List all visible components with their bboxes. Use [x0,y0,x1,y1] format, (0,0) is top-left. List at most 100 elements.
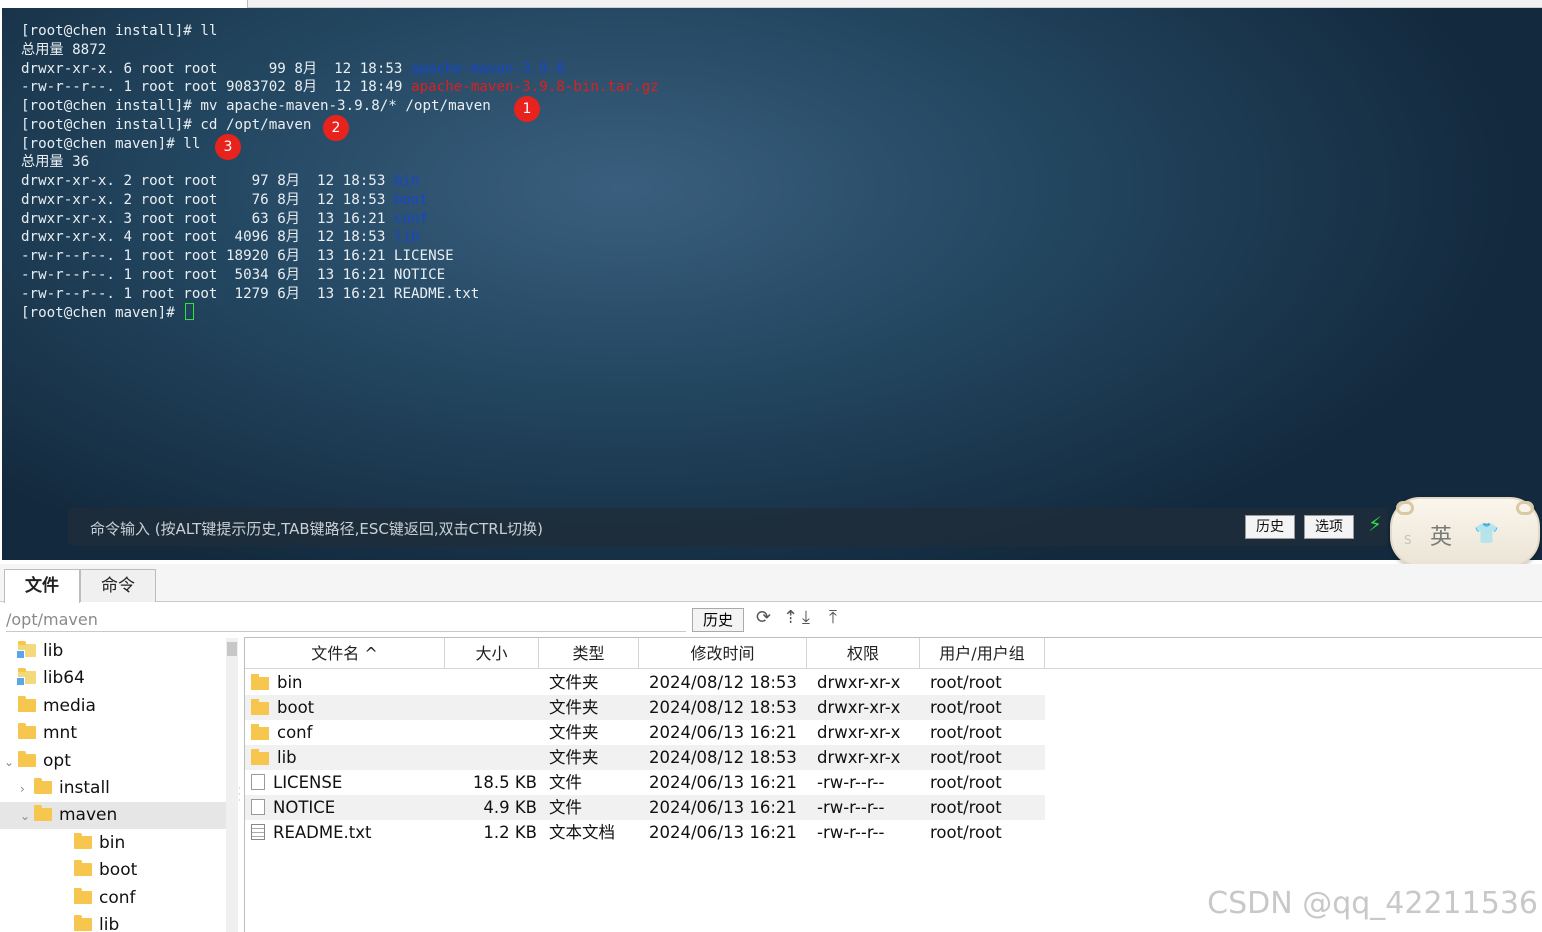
terminal-line: [root@chen install]# ll [21,22,659,41]
chevron-down-icon[interactable]: ⌄ [20,803,34,830]
col-header-mtime[interactable]: 修改时间 [639,638,807,669]
command-options-button[interactable]: 选项 [1304,515,1354,539]
terminal-text: 总用量 8872 [21,41,107,58]
file-row[interactable]: lib 文件夹 2024/08/12 18:53 drwxr-xr-x root/roo… [245,745,1045,770]
chevron-right-icon[interactable]: › [20,776,34,803]
folder-icon [34,778,52,794]
folder-icon [251,699,269,715]
pane-splitter-icon[interactable]: · · · [238,785,241,805]
file-row[interactable]: conf 文件夹 2024/06/13 16:21 drwxr-xr-x root/ro… [245,720,1045,745]
file-row[interactable]: README.txt 1.2 KB 文本文档 2024/06/13 16:21 -rw-… [245,820,1045,845]
file-name: lib [251,745,441,770]
file-size-text: 1.2 KB [483,823,537,842]
tree-item-lib[interactable]: lib [0,912,226,932]
command-history-button[interactable]: 历史 [1245,515,1295,539]
path-history-button[interactable]: 历史 [692,608,744,632]
folder-icon [18,750,36,767]
file-perm-text: -rw-r--r-- [817,773,885,792]
col-header-name[interactable]: 文件名 ^ [245,638,445,669]
file-name-text: LICENSE [273,773,343,792]
folder-icon [74,915,92,931]
file-size: 18.5 KB [445,770,537,795]
ime-language[interactable]: 英 [1430,519,1452,551]
file-mtime-text: 2024/08/12 18:53 [649,748,797,767]
file-perm-text: drwxr-xr-x [817,723,901,742]
tree-item-install[interactable]: › install [0,775,226,802]
folder-link-icon [16,641,36,659]
tree-item-boot[interactable]: boot [0,857,226,884]
col-header-size[interactable]: 大小 [445,638,539,669]
file-name-text: bin [277,673,303,692]
file-row[interactable]: LICENSE 18.5 KB 文件 2024/06/13 16:21 -rw-r--r… [245,770,1045,795]
file-name-text: NOTICE [273,798,336,817]
tab-files[interactable]: 文件 [4,569,80,603]
terminal-text: drwxr-xr-x. 4 root root 4096 8月 12 18:53 [21,229,394,246]
file-name-text: lib [277,748,297,767]
file-owner-text: root/root [930,823,1002,842]
terminal-text: -rw-r--r--. 1 root root 1279 6月 13 16:21… [21,285,480,302]
tree-item-label: media [43,695,96,716]
tree-item-bin[interactable]: bin [0,830,226,857]
path-input[interactable]: /opt/maven [6,608,686,632]
ime-toolbar[interactable]: S 英 👕 [1390,497,1540,567]
tab-commands[interactable]: 命令 [80,569,156,602]
tree-item-opt[interactable]: ⌄ opt [0,748,226,775]
file-size-text: 18.5 KB [472,773,537,792]
terminal-filename: boot [393,191,429,208]
tree-item-conf[interactable]: conf [0,885,226,912]
terminal-text: drwxr-xr-x. 3 root root 63 6月 13 16:21 [21,210,394,227]
terminal-line: [root@chen install]# mv apache-maven-3.9… [21,97,659,116]
directory-tree[interactable]: lib lib64 media mnt ⌄ opt › install ⌄ maven bin boo… [0,638,226,932]
terminal-line: 总用量 8872 [21,41,659,60]
step-marker-1: 1 [514,96,540,122]
tree-item-label: install [59,778,110,798]
bottom-tabs: 文件 命令 [0,564,1542,603]
folder-icon [74,887,92,904]
col-header-owner[interactable]: 用户/用户组 [920,638,1045,669]
col-header-perm[interactable]: 权限 [807,638,920,669]
terminal-text: 总用量 36 [21,154,90,171]
file-owner: root/root [930,745,1040,770]
terminal-line: -rw-r--r--. 1 root root 1279 6月 13 16:21… [21,285,659,304]
terminal-text: drwxr-xr-x. 6 root root 99 8月 12 18:53 [21,60,412,77]
terminal-pane[interactable]: [root@chen install]# ll 总用量 8872 drwxr-xr-… [2,8,1542,560]
file-row[interactable]: boot 文件夹 2024/08/12 18:53 drwxr-xr-x root/ro… [245,695,1045,720]
file-perm: drwxr-xr-x [817,745,917,770]
tree-item-mnt[interactable]: mnt [0,720,226,747]
file-type: 文件夹 [549,720,639,745]
file-mtime: 2024/06/13 16:21 [649,820,809,845]
terminal-line: drwxr-xr-x. 2 root root 97 8月 12 18:53 b… [21,172,659,191]
file-mtime-text: 2024/06/13 16:21 [649,723,797,742]
col-header-type[interactable]: 类型 [539,638,639,669]
chevron-down-icon[interactable]: ⌄ [4,749,18,776]
terminal-line: -rw-r--r--. 1 root root 18920 6月 13 16:2… [21,247,659,266]
upload-icon[interactable]: ⤒ [829,607,837,628]
top-tab-strip [0,0,1542,8]
tree-scroll-thumb[interactable] [227,642,237,656]
file-owner-text: root/root [930,773,1002,792]
refresh-icon[interactable]: ⟳ [756,607,771,628]
command-input[interactable]: 命令输入 (按ALT键提示历史,TAB键路径,ESC键返回,双击CTRL切换) [68,508,1388,546]
session-tab[interactable] [0,0,248,8]
download-icon[interactable]: ⤓ [802,607,810,628]
file-name: conf [251,720,441,745]
skin-icon[interactable]: 👕 [1474,521,1499,545]
file-owner: root/root [930,820,1040,845]
lightning-icon[interactable]: ⚡ [1368,512,1382,536]
tree-item-maven[interactable]: ⌄ maven [0,802,226,830]
folder-link-icon [16,668,36,687]
tree-item-lib[interactable]: lib [0,638,226,665]
file-owner-text: root/root [930,798,1002,817]
tree-item-label: opt [43,750,71,771]
file-type-text: 文件夹 [549,673,599,692]
file-row[interactable]: bin 文件夹 2024/08/12 18:53 drwxr-xr-x root/roo… [245,670,1045,695]
tree-item-media[interactable]: media [0,693,226,720]
tree-scrollbar[interactable] [226,638,238,932]
ime-ribbon-left [1396,501,1414,515]
file-row[interactable]: NOTICE 4.9 KB 文件 2024/06/13 16:21 -rw-r--r--… [245,795,1045,820]
up-dir-icon[interactable]: ⇡ [783,607,798,628]
tree-item-lib64[interactable]: lib64 [0,665,226,692]
file-name-text: boot [277,698,315,717]
file-owner-text: root/root [930,698,1002,717]
file-name: LICENSE [251,770,441,795]
